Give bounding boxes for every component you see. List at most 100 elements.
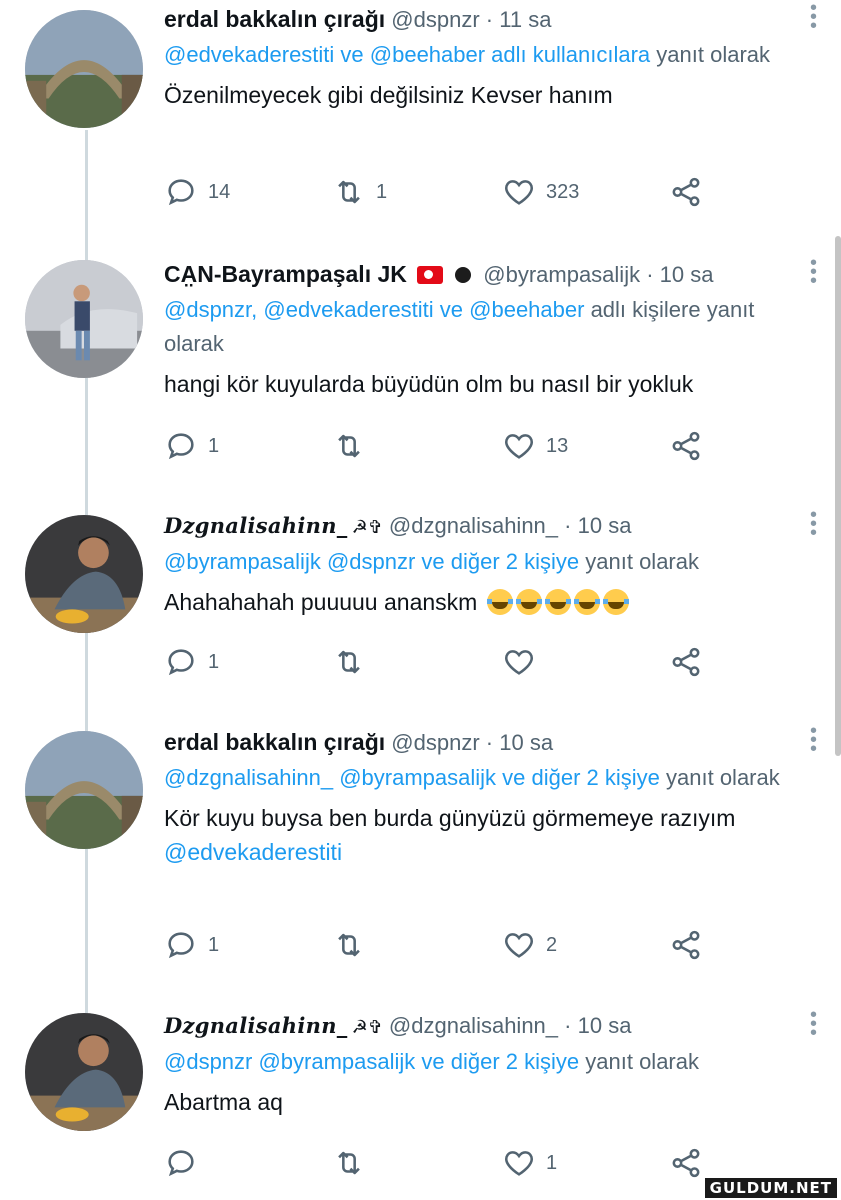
reply-to-line: @byrampasalijk @dspnzr ve diğer 2 kişiye… <box>164 545 786 579</box>
laughing-tears-emoji-icon <box>486 589 513 615</box>
action-bar: 1 13 <box>164 426 724 466</box>
reply-button[interactable]: 1 <box>164 426 219 466</box>
reply-suffix: yanıt olarak <box>579 549 699 574</box>
watermark: GULDUM.NET <box>704 1178 837 1198</box>
reply-mentions[interactable]: @dzgnalisahinn_ @byrampasalijk ve diğer … <box>164 765 660 790</box>
tweet-text: Ahahahahah puuuuu ananskm <box>164 585 786 619</box>
retweet-icon <box>338 933 360 957</box>
avatar[interactable] <box>25 1013 143 1131</box>
action-bar: 1 <box>164 642 724 682</box>
more-options-icon[interactable]: • • • <box>810 721 817 759</box>
more-options-icon[interactable]: • • • <box>810 253 817 291</box>
tweet-text: Kör kuyu buysa ben burda günyüzü görmeme… <box>164 801 786 869</box>
like-count: 2 <box>546 933 558 956</box>
reply-mentions[interactable]: @dspnzr, @edvekaderestiti ve @beehaber <box>164 297 584 322</box>
retweet-button[interactable] <box>332 642 376 682</box>
timestamp[interactable]: 10 sa <box>578 513 632 538</box>
retweet-icon <box>338 434 360 458</box>
reply-suffix: yanıt olarak <box>650 42 771 67</box>
reply-mentions[interactable]: @dspnzr @byrampasalijk ve diğer 2 kişiye <box>164 1049 579 1074</box>
more-options-icon[interactable]: • • • <box>810 0 817 36</box>
reply-icon <box>168 1150 194 1177</box>
retweet-button[interactable] <box>332 1143 376 1183</box>
avatar[interactable] <box>25 515 143 633</box>
avatar[interactable] <box>25 731 143 849</box>
display-name[interactable]: Dzgnalisahinn_ <box>164 1013 348 1038</box>
user-handle[interactable]: @dspnzr <box>391 7 479 32</box>
tweet-header: Dzgnalisahinn_ ☭✞ @dzgnalisahinn_ · 10 sa… <box>164 505 817 543</box>
like-button[interactable]: 2 <box>502 925 557 965</box>
separator-dot: · <box>564 1013 572 1038</box>
tweet-header: CA̤N-Bayrampaşalı JK @byrampasalijk · 10… <box>164 253 817 291</box>
retweet-button[interactable]: 1 <box>332 172 387 212</box>
like-button[interactable] <box>502 642 546 682</box>
name-glyphs: ☭✞ <box>351 517 383 537</box>
user-handle[interactable]: @dspnzr <box>391 730 479 755</box>
retweet-button[interactable] <box>332 426 376 466</box>
laughing-tears-emoji-icon <box>515 589 542 615</box>
share-button[interactable] <box>669 925 703 965</box>
tweet-text: Özenilmeyecek gibi değilsiniz Kevser han… <box>164 82 613 108</box>
reply-to-line: @dspnzr @byrampasalijk ve diğer 2 kişiye… <box>164 1045 786 1079</box>
reply-count: 1 <box>208 650 220 673</box>
laughing-tears-emoji-icon <box>602 589 629 615</box>
text-mention[interactable]: @edvekaderestiti <box>164 839 342 865</box>
retweet-button[interactable] <box>332 925 376 965</box>
timestamp[interactable]: 11 sa <box>499 7 551 32</box>
user-handle[interactable]: @dzgnalisahinn_ <box>389 513 558 538</box>
share-button[interactable] <box>669 1143 703 1183</box>
like-button[interactable]: 13 <box>502 426 568 466</box>
action-bar: 1 2 <box>164 925 724 965</box>
reply-mentions[interactable]: @edvekaderestiti ve @beehaber adlı kulla… <box>164 42 650 67</box>
reply-icon <box>168 433 194 460</box>
more-options-icon[interactable]: • • • <box>810 1005 817 1043</box>
tweet-text: hangi kör kuyularda büyüdün olm bu nasıl… <box>164 371 694 397</box>
share-button[interactable] <box>669 642 703 682</box>
tweet-text-body: Ahahahahah puuuuu ananskm <box>164 589 478 615</box>
reply-button[interactable]: 1 <box>164 925 219 965</box>
reply-mentions[interactable]: @byrampasalijk @dspnzr ve diğer 2 kişiye <box>164 549 579 574</box>
gear-badge-icon <box>455 267 472 283</box>
heart-icon <box>505 180 533 205</box>
share-icon <box>672 1148 700 1178</box>
share-button[interactable] <box>669 426 703 466</box>
user-handle[interactable]: @byrampasalijk <box>483 262 640 287</box>
share-button[interactable] <box>669 172 703 212</box>
turkey-flag-icon <box>417 266 443 284</box>
reply-icon <box>168 179 194 206</box>
heart-icon <box>505 434 533 459</box>
reply-count: 1 <box>208 933 220 956</box>
share-icon <box>672 930 700 960</box>
display-name[interactable]: erdal bakkalın çırağı <box>164 729 385 755</box>
avatar[interactable] <box>25 260 143 378</box>
reply-icon <box>168 932 194 959</box>
laughing-tears-emoji-icon <box>573 589 600 615</box>
timestamp[interactable]: 10 sa <box>499 730 553 755</box>
reply-button[interactable]: 14 <box>164 172 230 212</box>
reply-to-line: @edvekaderestiti ve @beehaber adlı kulla… <box>164 38 786 72</box>
like-count: 13 <box>546 434 569 457</box>
tweet-header: erdal bakkalın çırağı @dspnzr · 10 sa • •… <box>164 721 817 759</box>
like-button[interactable]: 1 <box>502 1143 557 1183</box>
share-icon <box>672 177 700 207</box>
retweet-icon <box>338 650 360 674</box>
tweet-text-body: Kör kuyu buysa ben burda günyüzü görmeme… <box>164 805 736 831</box>
retweet-icon <box>338 180 360 204</box>
timestamp[interactable]: 10 sa <box>660 262 714 287</box>
timestamp[interactable]: 10 sa <box>578 1013 632 1038</box>
scrollbar[interactable] <box>835 236 841 756</box>
reply-button[interactable]: 1 <box>164 642 219 682</box>
user-handle[interactable]: @dzgnalisahinn_ <box>389 1013 558 1038</box>
reply-button[interactable] <box>164 1143 208 1183</box>
display-name[interactable]: erdal bakkalın çırağı <box>164 6 385 32</box>
display-name[interactable]: Dzgnalisahinn_ <box>164 513 348 538</box>
avatar[interactable] <box>25 10 143 128</box>
heart-icon <box>505 933 533 958</box>
more-options-icon[interactable]: • • • <box>810 505 817 543</box>
tweet-header: erdal bakkalın çırağı @dspnzr · 11 sa • •… <box>164 0 817 36</box>
share-icon <box>672 431 700 461</box>
like-button[interactable]: 323 <box>502 172 579 212</box>
reply-to-line: @dspnzr, @edvekaderestiti ve @beehaber a… <box>164 293 786 361</box>
display-name[interactable]: CA̤N-Bayrampaşalı JK <box>164 261 407 287</box>
separator-dot: · <box>564 513 572 538</box>
